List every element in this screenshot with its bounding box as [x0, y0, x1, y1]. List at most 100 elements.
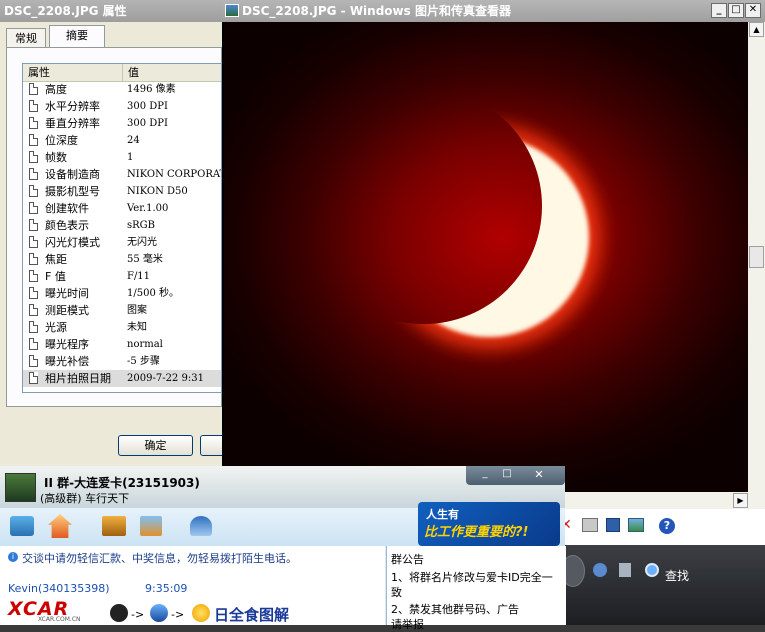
- property-row[interactable]: 相片拍照日期 2009-7-22 9:31: [23, 370, 221, 387]
- property-value: 1: [127, 152, 134, 163]
- document-icon: [29, 253, 38, 265]
- property-row[interactable]: 摄影机型号 NIKON D50: [23, 183, 221, 200]
- group-home-icon[interactable]: [48, 514, 72, 538]
- document-icon: [29, 202, 38, 214]
- property-row[interactable]: 测距模式 图案: [23, 302, 221, 319]
- ad-banner[interactable]: 人生有 比工作更重要的?!: [418, 502, 560, 546]
- property-name: 光源: [45, 321, 67, 334]
- property-name: 曝光程序: [45, 338, 89, 351]
- property-value: 未知: [127, 322, 147, 333]
- property-row[interactable]: 高度 1496 像素: [23, 81, 221, 98]
- property-list[interactable]: 属性 值 高度 1496 像素 水平分辨率 300 DPI 垂直分辨率 300 DPI 位深…: [22, 63, 222, 393]
- vertical-scroll-thumb[interactable]: [749, 246, 764, 268]
- property-row[interactable]: 曝光时间 1/500 秒。: [23, 285, 221, 302]
- qq-chat-window: II 群-大连爱卡(23151903) (高级群) 车行天下 _ □ ✕ 人生有…: [0, 466, 566, 631]
- property-row[interactable]: F 值 F/11: [23, 268, 221, 285]
- column-header-value[interactable]: 值: [123, 64, 221, 81]
- message-arrow-2: ->: [171, 608, 185, 621]
- column-header-property[interactable]: 属性: [23, 64, 123, 81]
- ok-button[interactable]: 确定: [118, 435, 193, 456]
- property-name: 焦距: [45, 253, 67, 266]
- property-name: 闪光灯模式: [45, 236, 100, 249]
- document-icon: [29, 117, 38, 129]
- info-icon: i: [8, 552, 18, 562]
- chat-minimize-button[interactable]: _: [474, 468, 496, 482]
- property-row[interactable]: 帧数 1: [23, 149, 221, 166]
- close-button[interactable]: ✕: [745, 3, 761, 18]
- property-row[interactable]: 光源 未知: [23, 319, 221, 336]
- print-icon[interactable]: [582, 518, 598, 532]
- property-value: F/11: [127, 271, 151, 282]
- property-row[interactable]: 曝光程序 normal: [23, 336, 221, 353]
- scroll-right-arrow-icon[interactable]: ▶: [733, 493, 748, 508]
- property-name: 颜色表示: [45, 219, 89, 232]
- property-row[interactable]: 垂直分辨率 300 DPI: [23, 115, 221, 132]
- property-name: 位深度: [45, 134, 78, 147]
- message-time: 9:35:09: [145, 582, 188, 595]
- document-icon: [29, 151, 38, 163]
- group-avatar[interactable]: [5, 473, 36, 502]
- maximize-button[interactable]: □: [728, 3, 744, 18]
- property-value: 图案: [127, 305, 147, 316]
- property-row[interactable]: 水平分辨率 300 DPI: [23, 98, 221, 115]
- eclipse-image: [377, 125, 601, 349]
- property-name: 曝光时间: [45, 287, 89, 300]
- chat-toolbar: 人生有 比工作更重要的?!: [0, 502, 565, 546]
- property-name: 相片拍照日期: [45, 372, 111, 385]
- search-label[interactable]: 查找: [665, 567, 689, 584]
- open-with-icon[interactable]: [628, 518, 644, 532]
- document-icon: [29, 83, 38, 95]
- document-icon: [29, 338, 38, 350]
- notice-title: 群公告: [391, 553, 424, 566]
- property-value: Ver.1.00: [127, 203, 169, 214]
- help-icon[interactable]: ?: [659, 518, 675, 534]
- property-name: 高度: [45, 83, 67, 96]
- property-name: 垂直分辨率: [45, 117, 100, 130]
- document-icon: [29, 236, 38, 248]
- document-icon: [29, 270, 38, 282]
- message-sender[interactable]: Kevin(340135398): [8, 582, 110, 595]
- list-header: 属性 值: [23, 64, 221, 82]
- properties-dialog: DSC_2208.JPG 属性 常规 摘要 属性 值 高度 1496 像素 水平分辨…: [0, 0, 230, 466]
- chat-maximize-button[interactable]: □: [496, 468, 518, 482]
- property-name: 测距模式: [45, 304, 89, 317]
- scroll-up-arrow-icon[interactable]: ▲: [749, 22, 764, 37]
- xcar-logo-site: XCAR.COM.CN: [38, 616, 81, 623]
- security-warning: 交谈中请勿轻信汇款、中奖信息，勿轻易拨打陌生电话。: [22, 552, 297, 565]
- document-icon: [29, 321, 38, 333]
- emoticon-earth-icon: [150, 604, 168, 622]
- tab-summary[interactable]: 摘要: [49, 25, 105, 48]
- group-app-icon[interactable]: [140, 516, 162, 536]
- chat-history[interactable]: i 交谈中请勿轻信汇款、中奖信息，勿轻易拨打陌生电话。 Kevin(340135…: [0, 546, 385, 625]
- document-icon: [29, 287, 38, 299]
- group-share-icon[interactable]: [102, 516, 126, 536]
- tab-general[interactable]: 常规: [6, 28, 46, 47]
- sun-crescent: [389, 137, 589, 337]
- minimize-button[interactable]: _: [711, 3, 727, 18]
- volume-icon[interactable]: [619, 563, 631, 577]
- property-row[interactable]: 曝光补偿 -5 步骤: [23, 353, 221, 370]
- property-row[interactable]: 设备制造商 NIKON CORPORATIO: [23, 166, 221, 183]
- notice-line-1: 1、将群名片修改与爱卡ID完全一致: [391, 571, 553, 599]
- property-row[interactable]: 颜色表示 sRGB: [23, 217, 221, 234]
- document-icon: [29, 185, 38, 197]
- property-row[interactable]: 位深度 24: [23, 132, 221, 149]
- send-mail-icon[interactable]: [10, 516, 34, 536]
- document-icon: [29, 372, 38, 384]
- emoticon-sun-icon: [192, 604, 210, 622]
- photo-canvas: [224, 22, 748, 492]
- property-name: 水平分辨率: [45, 100, 100, 113]
- property-row[interactable]: 焦距 55 毫米: [23, 251, 221, 268]
- message-arrow-1: ->: [131, 608, 145, 621]
- property-row[interactable]: 闪光灯模式 无闪光: [23, 234, 221, 251]
- group-settings-icon[interactable]: [190, 516, 212, 536]
- chat-close-button[interactable]: ✕: [528, 468, 550, 482]
- vertical-scrollbar[interactable]: ▲: [748, 22, 765, 492]
- ad-text-line2: 比工作更重要的?!: [424, 525, 529, 540]
- search-icon[interactable]: [645, 563, 659, 577]
- emoticon-penguin-icon: [110, 604, 128, 622]
- settings-icon[interactable]: [593, 563, 607, 577]
- property-row[interactable]: 创建软件 Ver.1.00: [23, 200, 221, 217]
- property-value: normal: [127, 339, 163, 350]
- save-icon[interactable]: [606, 518, 620, 532]
